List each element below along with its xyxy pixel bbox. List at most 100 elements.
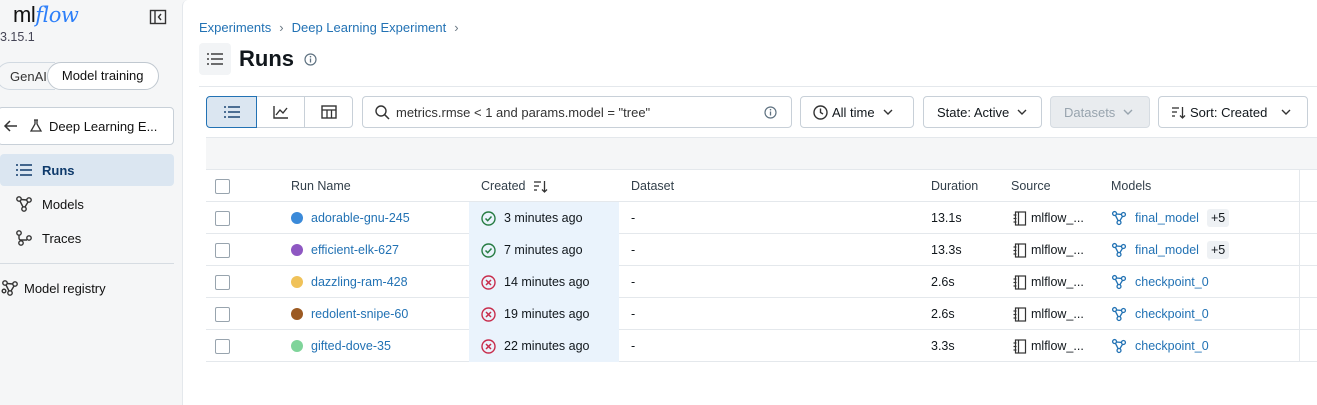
sidebar-item-label: Traces (42, 230, 82, 246)
list-icon (14, 160, 34, 180)
model-icon (1111, 274, 1127, 290)
model-icon (1111, 242, 1127, 258)
run-name-link[interactable]: adorable-gnu-245 (311, 211, 410, 225)
run-color-dot (291, 308, 303, 320)
info-icon[interactable] (304, 52, 317, 66)
row-checkbox[interactable] (215, 234, 230, 266)
run-name-link[interactable]: efficient-elk-627 (311, 243, 399, 257)
workspace-segment: GenAI Model training (0, 62, 159, 90)
model-link[interactable]: final_model (1135, 243, 1199, 257)
model-icon (1111, 306, 1127, 322)
source-name: mlflow_... (1031, 307, 1084, 321)
run-name-link[interactable]: gifted-dove-35 (311, 339, 391, 353)
dataset-cell: - (631, 307, 636, 321)
breadcrumb-experiments[interactable]: Experiments (199, 20, 271, 35)
table-row[interactable]: dazzling-ram-428 14 minutes ago - 2.6s m… (206, 266, 1317, 298)
column-models[interactable]: Models (1111, 170, 1151, 202)
search-input[interactable] (396, 104, 756, 120)
select-all-checkbox[interactable] (215, 170, 230, 202)
created-cell: 14 minutes ago (469, 266, 619, 298)
duration-cell: 13.1s (931, 211, 962, 225)
column-dataset[interactable]: Dataset (631, 170, 674, 202)
table-body: adorable-gnu-245 3 minutes ago - 13.1s m… (206, 202, 1317, 362)
check-circle-icon (481, 210, 496, 226)
model-link[interactable]: checkpoint_0 (1135, 275, 1209, 289)
breadcrumb: Experiments › Deep Learning Experiment › (199, 20, 467, 35)
models-icon (14, 194, 34, 214)
table-view-button[interactable] (206, 96, 257, 128)
row-checkbox[interactable] (215, 202, 230, 234)
source-cell[interactable]: mlflow_... (1013, 266, 1084, 298)
state-filter-dropdown[interactable]: State: Active (923, 96, 1042, 128)
source-cell[interactable]: mlflow_... (1013, 234, 1084, 266)
more-models-badge[interactable]: +5 (1206, 209, 1230, 227)
source-cell[interactable]: mlflow_... (1013, 202, 1084, 234)
run-name-link[interactable]: redolent-snipe-60 (311, 307, 408, 321)
datasets-dropdown[interactable]: Datasets (1050, 96, 1150, 128)
model-link[interactable]: final_model (1135, 211, 1199, 225)
model-link[interactable]: checkpoint_0 (1135, 339, 1209, 353)
run-name-link[interactable]: dazzling-ram-428 (311, 275, 408, 289)
view-mode-toggle (206, 96, 353, 128)
traces-icon (14, 228, 34, 248)
source-cell[interactable]: mlflow_... (1013, 298, 1084, 330)
dataset-cell: - (631, 339, 636, 353)
table-row[interactable]: gifted-dove-35 22 minutes ago - 3.3s mlf… (206, 330, 1317, 362)
sidebar-item-runs[interactable]: Runs (0, 154, 174, 186)
sidebar-item-label: Runs (42, 162, 75, 178)
column-run-name[interactable]: Run Name (291, 170, 351, 202)
row-checkbox[interactable] (215, 266, 230, 298)
list-icon (199, 43, 231, 75)
column-created[interactable]: Created (481, 170, 548, 202)
model-registry-icon (0, 278, 20, 298)
model-link[interactable]: checkpoint_0 (1135, 307, 1209, 321)
source-name: mlflow_... (1031, 275, 1084, 289)
row-checkbox[interactable] (215, 298, 230, 330)
run-name-cell: efficient-elk-627 (291, 234, 399, 266)
duration-cell: 2.6s (931, 275, 955, 289)
models-cell: final_model +5 (1111, 202, 1230, 234)
run-name-cell: dazzling-ram-428 (291, 266, 408, 298)
table-icon (320, 105, 337, 119)
x-circle-icon (481, 274, 496, 290)
mlflow-logo[interactable]: mlflow (13, 2, 79, 28)
table-group-header (206, 137, 1317, 170)
experiment-back-button[interactable]: Deep Learning E... (0, 107, 174, 145)
chart-view-button[interactable] (256, 96, 305, 128)
more-models-badge[interactable]: +5 (1206, 241, 1230, 259)
created-cell: 7 minutes ago (469, 234, 619, 266)
check-circle-icon (481, 242, 496, 258)
model-registry-label: Model registry (24, 280, 106, 296)
column-duration[interactable]: Duration (931, 170, 978, 202)
sort-dropdown[interactable]: Sort: Created (1158, 96, 1308, 128)
created-time: 7 minutes ago (504, 243, 583, 257)
status-icon (481, 306, 496, 322)
table-row[interactable]: redolent-snipe-60 19 minutes ago - 2.6s … (206, 298, 1317, 330)
artifact-view-button[interactable] (304, 96, 353, 128)
time-filter-dropdown[interactable]: All time (800, 96, 914, 128)
breadcrumb-experiment[interactable]: Deep Learning Experiment (292, 20, 447, 35)
segment-model-training[interactable]: Model training (46, 62, 159, 90)
column-source[interactable]: Source (1011, 170, 1051, 202)
sidebar-item-traces[interactable]: Traces (0, 222, 174, 254)
arrow-left-icon (3, 120, 17, 132)
info-icon[interactable] (764, 106, 777, 119)
column-created-label: Created (481, 179, 526, 193)
run-name-cell: gifted-dove-35 (291, 330, 391, 362)
sidebar-item-models[interactable]: Models (0, 188, 174, 220)
collapse-sidebar-icon[interactable] (149, 9, 167, 25)
dataset-cell: - (631, 243, 636, 257)
run-name-cell: redolent-snipe-60 (291, 298, 408, 330)
table-row[interactable]: adorable-gnu-245 3 minutes ago - 13.1s m… (206, 202, 1317, 234)
created-time: 19 minutes ago (504, 307, 590, 321)
run-color-dot (291, 340, 303, 352)
time-filter-label: All time (832, 104, 875, 120)
table-header: Run Name Created Dataset Duration Source… (206, 170, 1317, 202)
models-cell: checkpoint_0 (1111, 330, 1209, 362)
row-checkbox[interactable] (215, 330, 230, 362)
notebook-icon (1013, 306, 1027, 322)
table-row[interactable]: efficient-elk-627 7 minutes ago - 13.3s … (206, 234, 1317, 266)
source-cell[interactable]: mlflow_... (1013, 330, 1084, 362)
title-row: Runs (199, 43, 317, 75)
sidebar-item-model-registry[interactable]: Model registry (0, 278, 106, 298)
